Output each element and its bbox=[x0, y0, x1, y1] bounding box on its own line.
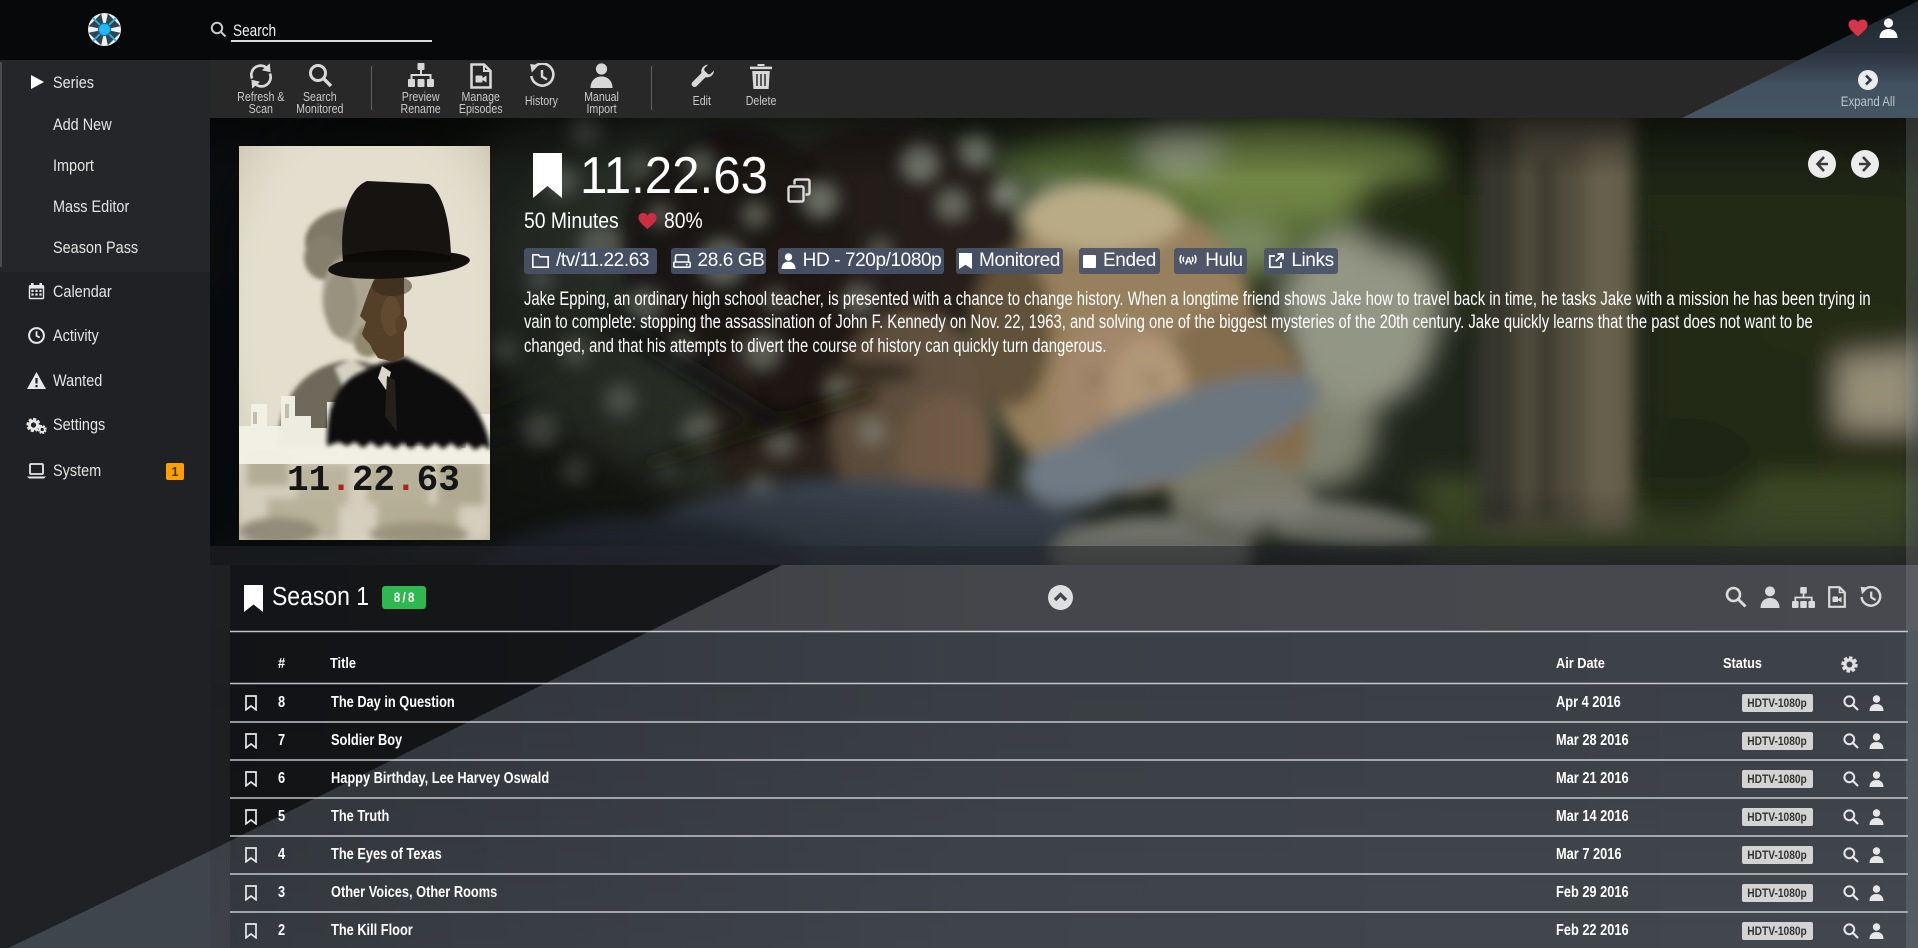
svg-text:A: A bbox=[1185, 255, 1193, 267]
svg-text:11.22.63: 11.22.63 bbox=[287, 460, 460, 501]
svg-text:11.22.63: 11.22.63 bbox=[580, 146, 768, 204]
